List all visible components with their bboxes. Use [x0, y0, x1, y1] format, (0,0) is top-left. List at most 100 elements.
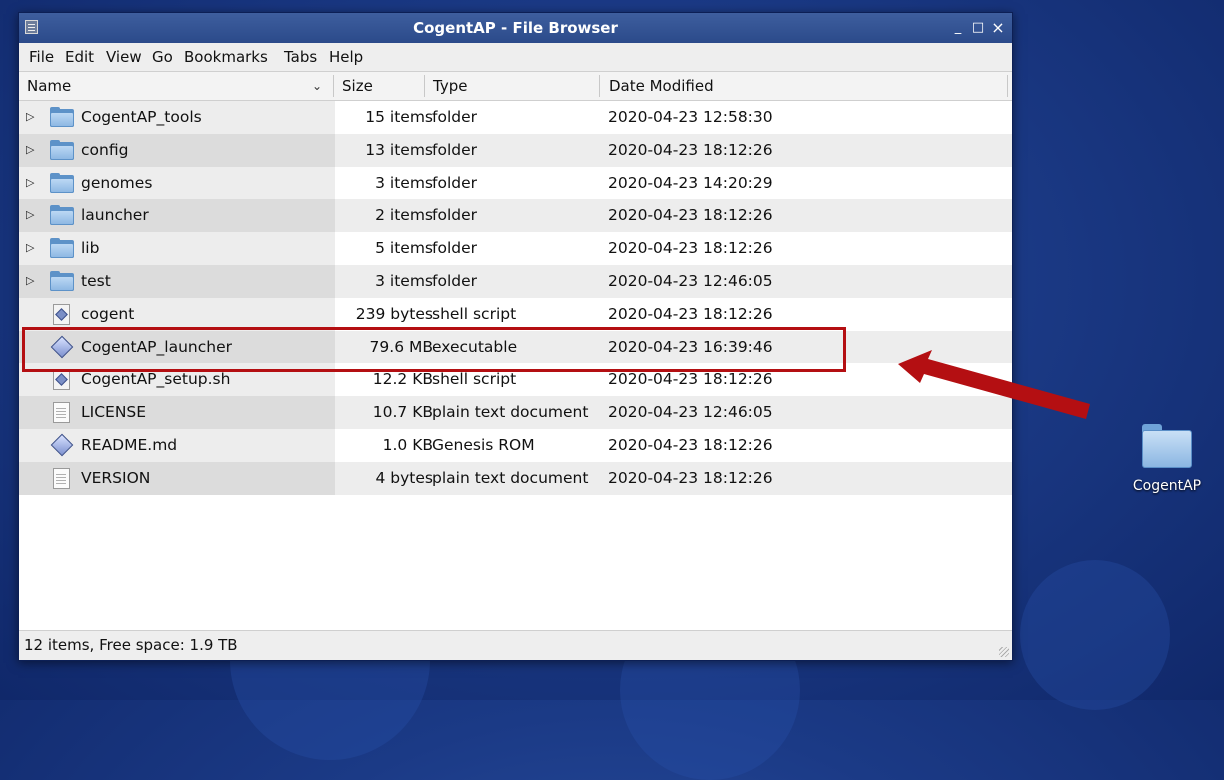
column-separator[interactable]: [333, 75, 334, 97]
file-name: config: [81, 140, 129, 159]
expand-arrow-icon[interactable]: ▷: [26, 143, 34, 156]
column-separator[interactable]: [424, 75, 425, 97]
file-size: 1.0 KB: [382, 435, 433, 454]
file-type: plain text document: [432, 468, 589, 487]
document-icon: [50, 467, 76, 489]
menu-bar: File Edit View Go Bookmarks Tabs Help: [19, 43, 1012, 71]
expand-arrow-icon[interactable]: ▷: [26, 241, 34, 254]
file-size: 4 bytes: [375, 468, 434, 487]
file-type: folder: [432, 271, 477, 290]
file-type: folder: [432, 239, 477, 258]
title-bar[interactable]: CogentAP - File Browser _ □ ×: [19, 13, 1012, 43]
file-row[interactable]: README.md 1.0 KB Genesis ROM 2020-04-23 18:…: [19, 428, 1012, 462]
file-row[interactable]: cogent 239 bytes shell script 2020-04-23 18…: [19, 297, 1012, 331]
file-name: CogentAP_tools: [81, 108, 202, 126]
file-type: folder: [432, 206, 477, 225]
file-row[interactable]: LICENSE 10.7 KB plain text document 2020-04…: [19, 396, 1012, 429]
file-name: LICENSE: [81, 403, 147, 422]
file-date: 2020-04-23 18:12:26: [608, 468, 773, 487]
script-icon: [50, 369, 76, 391]
column-name[interactable]: Name: [27, 77, 71, 95]
file-date: 2020-04-23 12:58:30: [608, 108, 773, 126]
file-date: 2020-04-23 18:12:26: [608, 304, 773, 323]
executable-icon: [50, 433, 76, 457]
file-row[interactable]: ▷ launcher 2 items folder 2020-04-23 18:12:2…: [19, 199, 1012, 233]
expand-arrow-icon[interactable]: ▷: [26, 176, 34, 189]
file-name: genomes: [81, 173, 153, 192]
file-name: README.md: [81, 435, 178, 454]
file-size: 3 items: [375, 271, 433, 290]
file-type: shell script: [432, 304, 517, 323]
file-size: 5 items: [375, 239, 433, 258]
file-date: 2020-04-23 18:12:26: [608, 239, 773, 258]
file-name: lib: [81, 239, 100, 258]
menu-bookmarks[interactable]: Bookmarks: [184, 48, 268, 66]
expand-arrow-icon[interactable]: ▷: [26, 208, 34, 221]
file-date: 2020-04-23 14:20:29: [608, 173, 773, 192]
menu-view[interactable]: View: [106, 48, 142, 66]
file-size: 15 items: [365, 108, 433, 126]
folder-icon: [50, 270, 76, 291]
folder-icon: [1142, 424, 1192, 468]
desktop-folder-cogentap[interactable]: CogentAP: [1122, 420, 1212, 510]
menu-help[interactable]: Help: [329, 48, 363, 66]
file-row[interactable]: ▷ lib 5 items folder 2020-04-23 18:12:26: [19, 232, 1012, 265]
desktop-icon-label: CogentAP: [1132, 478, 1202, 494]
status-text: 12 items, Free space: 1.9 TB: [24, 636, 238, 654]
highlight-annotation: [22, 327, 846, 372]
file-type: Genesis ROM: [432, 435, 535, 454]
window-title: CogentAP - File Browser: [413, 19, 618, 37]
menu-go[interactable]: Go: [152, 48, 173, 66]
menu-edit[interactable]: Edit: [65, 48, 94, 66]
minimize-button[interactable]: _: [949, 19, 967, 37]
file-name: test: [81, 271, 111, 290]
expand-arrow-icon[interactable]: ▷: [26, 110, 34, 123]
file-date: 2020-04-23 12:46:05: [608, 271, 773, 290]
column-date[interactable]: Date Modified: [609, 77, 714, 95]
folder-icon: [50, 205, 76, 226]
close-button[interactable]: ×: [989, 19, 1007, 37]
file-row[interactable]: ▷ genomes 3 items folder 2020-04-23 14:20:29: [19, 166, 1012, 200]
desktop-decoration: [1020, 560, 1170, 710]
file-type: plain text document: [432, 403, 589, 422]
file-size: 2 items: [375, 206, 433, 225]
file-size: 239 bytes: [355, 304, 433, 323]
column-separator[interactable]: [1007, 75, 1008, 97]
file-size: 12.2 KB: [372, 370, 433, 389]
column-type[interactable]: Type: [433, 77, 467, 95]
menu-tabs[interactable]: Tabs: [284, 48, 317, 66]
file-name: CogentAP_setup.sh: [81, 370, 231, 389]
file-name: cogent: [81, 304, 135, 323]
red-arrow-annotation: [898, 350, 1090, 419]
maximize-button[interactable]: □: [969, 19, 987, 37]
file-size: 13 items: [365, 140, 433, 159]
file-size: 3 items: [375, 173, 433, 192]
resize-grip[interactable]: [999, 647, 1009, 657]
status-bar: 12 items, Free space: 1.9 TB: [19, 630, 1012, 660]
file-row[interactable]: ▷ CogentAP_tools 15 items folder 2020-04-23 …: [19, 101, 1012, 134]
document-icon: [50, 402, 76, 424]
file-type: folder: [432, 140, 477, 159]
file-date: 2020-04-23 18:12:26: [608, 206, 773, 225]
file-type: shell script: [432, 370, 517, 389]
file-row[interactable]: VERSION 4 bytes plain text document 2020-04…: [19, 461, 1012, 495]
file-name: launcher: [81, 206, 149, 225]
column-size[interactable]: Size: [342, 77, 373, 95]
folder-icon: [50, 139, 76, 160]
menu-file[interactable]: File: [29, 48, 54, 66]
file-date: 2020-04-23 18:12:26: [608, 435, 773, 454]
folder-icon: [50, 172, 76, 193]
folder-icon: [50, 238, 76, 259]
file-date: 2020-04-23 18:12:26: [608, 370, 773, 389]
column-header: Name ⌄ Size Type Date Modified: [19, 71, 1012, 101]
file-row[interactable]: ▷ test 3 items folder 2020-04-23 12:46:05: [19, 264, 1012, 298]
file-date: 2020-04-23 12:46:05: [608, 403, 773, 422]
file-type: folder: [432, 108, 477, 126]
column-separator[interactable]: [599, 75, 600, 97]
script-icon: [50, 303, 76, 325]
file-date: 2020-04-23 18:12:26: [608, 140, 773, 159]
sort-chevron-icon[interactable]: ⌄: [312, 79, 322, 93]
expand-arrow-icon[interactable]: ▷: [26, 274, 34, 287]
file-row[interactable]: ▷ config 13 items folder 2020-04-23 18:12:26: [19, 133, 1012, 167]
file-type: folder: [432, 173, 477, 192]
